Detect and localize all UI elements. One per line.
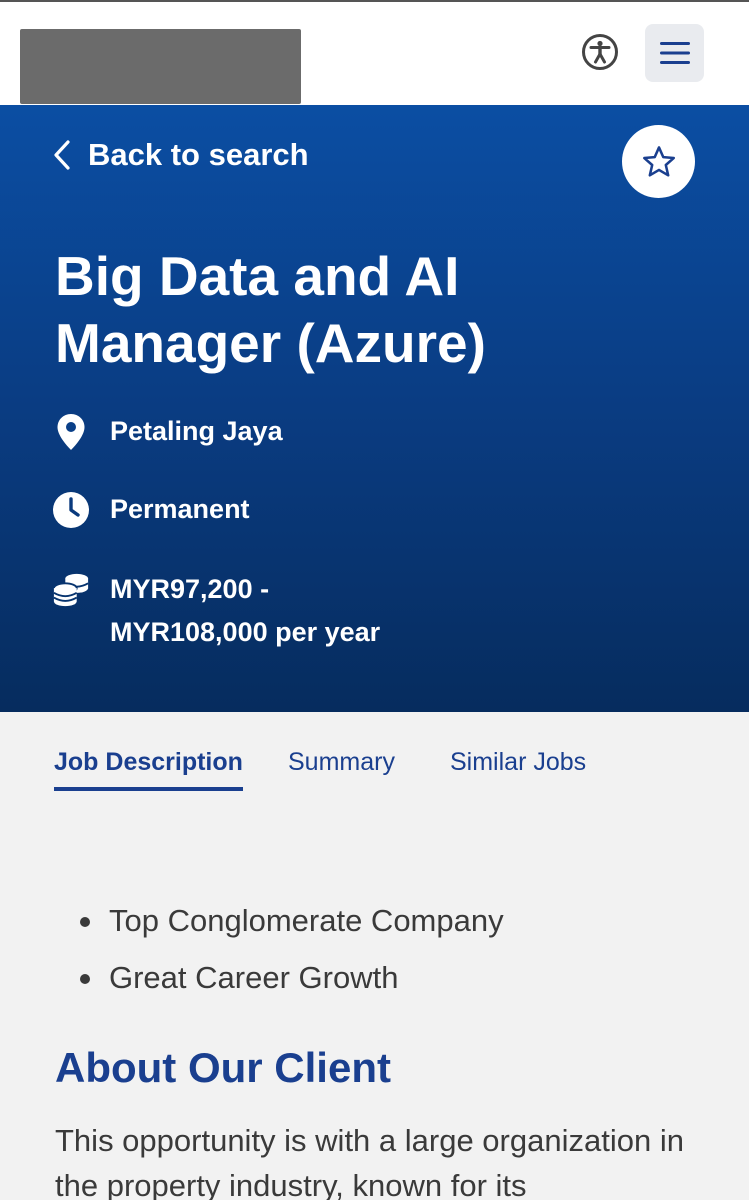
job-description-content: Top Conglomerate Company Great Career Gr…: [0, 822, 749, 1200]
menu-button[interactable]: [645, 24, 704, 82]
hamburger-menu-icon: [659, 42, 690, 64]
coins-icon: [52, 571, 90, 609]
job-type-row: Permanent: [52, 491, 250, 531]
job-salary: MYR97,200 - MYR108,000 per year: [110, 574, 381, 647]
back-to-search-label: Back to search: [88, 137, 309, 172]
list-item: Great Career Growth: [80, 949, 504, 1006]
tab-similar-jobs[interactable]: Similar Jobs: [450, 748, 586, 787]
job-hero: Back to search Big Data and AI Manager (…: [0, 105, 749, 712]
chevron-left-icon: [54, 140, 70, 170]
tab-job-description[interactable]: Job Description: [54, 748, 243, 791]
star-outline-icon: [642, 145, 675, 177]
job-salary-row: MYR97,200 - MYR108,000 per year: [52, 571, 430, 654]
job-location: Petaling Jaya: [110, 416, 283, 446]
map-pin-icon: [52, 413, 90, 451]
accessibility-button[interactable]: [580, 32, 620, 72]
back-to-search-link[interactable]: Back to search: [52, 135, 309, 175]
job-type: Permanent: [110, 494, 250, 524]
save-job-button[interactable]: [622, 125, 695, 198]
top-header: [0, 0, 749, 105]
tab-summary[interactable]: Summary: [288, 748, 395, 787]
clock-icon: [52, 491, 90, 529]
about-client-heading: About Our Client: [55, 1044, 391, 1091]
site-logo-redacted[interactable]: [20, 29, 301, 104]
job-tabs: Job Description Summary Similar Jobs: [0, 712, 749, 822]
accessibility-icon: [582, 34, 618, 70]
job-location-row: Petaling Jaya: [52, 413, 283, 453]
job-highlights-list: Top Conglomerate Company Great Career Gr…: [80, 892, 504, 1006]
list-item: Top Conglomerate Company: [80, 892, 504, 949]
job-title: Big Data and AI Manager (Azure): [55, 245, 486, 374]
about-client-text: This opportunity is with a large organiz…: [55, 1123, 684, 1200]
